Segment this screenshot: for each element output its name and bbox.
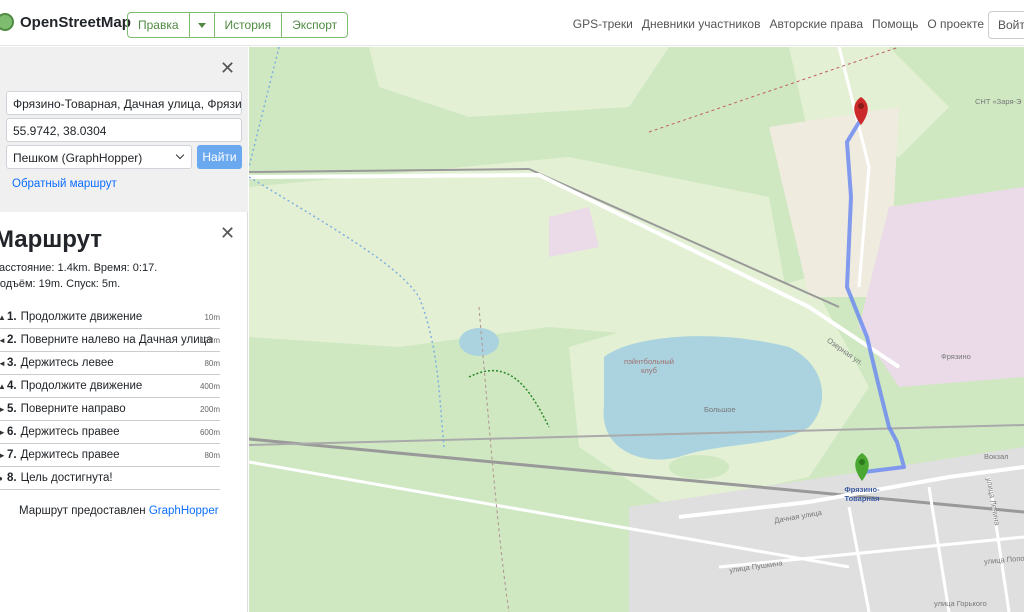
nav-gps-traces[interactable]: GPS-треки xyxy=(573,17,633,31)
pond-water xyxy=(459,328,499,356)
route-step[interactable]: ► 5. Поверните направо 200m xyxy=(0,398,220,421)
map-label-gorkogo: улица Горького xyxy=(934,599,987,608)
logo-text: OpenStreetMap xyxy=(20,13,131,31)
header: OpenStreetMap Правка История Экспорт GPS… xyxy=(0,0,1024,46)
routing-engine-select[interactable]: Пешком (GraphHopper) xyxy=(6,145,192,169)
top-nav: GPS-треки Дневники участников Авторские … xyxy=(573,17,984,31)
turn-icon: ▲ xyxy=(0,381,6,391)
route-step[interactable]: ◄ 3. Держитесь левее 80m xyxy=(0,352,220,375)
close-directions-icon[interactable]: ✕ xyxy=(220,59,235,77)
nav-about[interactable]: О проекте xyxy=(927,17,984,31)
route-steps: ▲ 1. Продолжите движение 10m ◄ 2. Поверните н… xyxy=(0,306,220,490)
to-input[interactable]: 55.9742, 38.0304 xyxy=(6,118,242,142)
island xyxy=(669,455,729,479)
login-button[interactable]: Войт xyxy=(988,11,1024,39)
edit-button-group: Правка История Экспорт xyxy=(127,12,349,38)
export-button[interactable]: Экспорт xyxy=(282,13,347,37)
from-input[interactable]: Фрязино-Товарная, Дачная улица, Фрязино, xyxy=(6,91,242,115)
sidebar: ✕ Фрязино-Товарная, Дачная улица, Фрязин… xyxy=(0,47,248,612)
nav-help[interactable]: Помощь xyxy=(872,17,918,31)
map-canvas[interactable] xyxy=(249,47,1024,612)
route-elevation: Подъём: 19m. Спуск: 5m. xyxy=(0,278,121,290)
edit-dropdown-button[interactable] xyxy=(190,13,215,37)
route-credit: Маршрут предоставлен GraphHopper xyxy=(19,505,219,517)
logo[interactable]: OpenStreetMap xyxy=(0,13,131,31)
osm-logo-icon xyxy=(0,13,14,31)
turn-icon: ► xyxy=(0,404,6,414)
directions-panel: ✕ Фрязино-Товарная, Дачная улица, Фрязин… xyxy=(0,47,248,212)
map-label-station: Фрязино-Товарная xyxy=(844,485,880,503)
route-step[interactable]: ● 8. Цель достигнута! xyxy=(0,467,220,490)
route-step[interactable]: ► 7. Держитесь правее 80m xyxy=(0,444,220,467)
map-label-lake: Большое xyxy=(704,405,736,414)
routing-engine-value: Пешком (GraphHopper) xyxy=(13,151,143,165)
turn-icon: ◄ xyxy=(0,335,6,345)
reverse-route-link[interactable]: Обратный маршрут xyxy=(12,178,117,190)
route-step[interactable]: ▲ 4. Продолжите движение 400m xyxy=(0,375,220,398)
turn-icon: ▲ xyxy=(0,312,6,322)
route-step[interactable]: ◄ 2. Поверните налево на Дачная улица 120m xyxy=(0,329,220,352)
chevron-down-icon xyxy=(175,150,185,160)
route-step[interactable]: ▲ 1. Продолжите движение 10m xyxy=(0,306,220,329)
turn-icon: ► xyxy=(0,450,6,460)
map-label-paintball: пэйнтбольный клуб xyxy=(624,357,674,375)
route-distance: Расстояние: 1.4km. Время: 0:17. xyxy=(0,262,158,274)
history-button[interactable]: История xyxy=(215,13,283,37)
route-step[interactable]: ► 6. Держитесь правее 600m xyxy=(0,421,220,444)
map-label-vokzalnaya: Вокзал xyxy=(984,452,1009,461)
finish-icon: ● xyxy=(0,473,3,483)
find-route-button[interactable]: Найти xyxy=(197,145,242,169)
turn-icon: ► xyxy=(0,427,6,437)
chevron-down-icon xyxy=(197,22,206,28)
nav-copyright[interactable]: Авторские права xyxy=(769,17,863,31)
turn-icon: ◄ xyxy=(0,358,6,368)
map-label-town: Фрязино xyxy=(941,352,971,361)
map-label-snt: СНТ «Заря-Э xyxy=(975,97,1022,106)
nav-diaries[interactable]: Дневники участников xyxy=(642,17,761,31)
close-route-icon[interactable]: ✕ xyxy=(220,224,235,242)
edit-button[interactable]: Правка xyxy=(128,13,190,37)
map[interactable]: СНТ «Заря-Э пэйнтбольный клуб Большое Фр… xyxy=(249,47,1024,612)
route-title: Маршрут xyxy=(0,226,103,253)
graphhopper-link[interactable]: GraphHopper xyxy=(149,505,219,517)
